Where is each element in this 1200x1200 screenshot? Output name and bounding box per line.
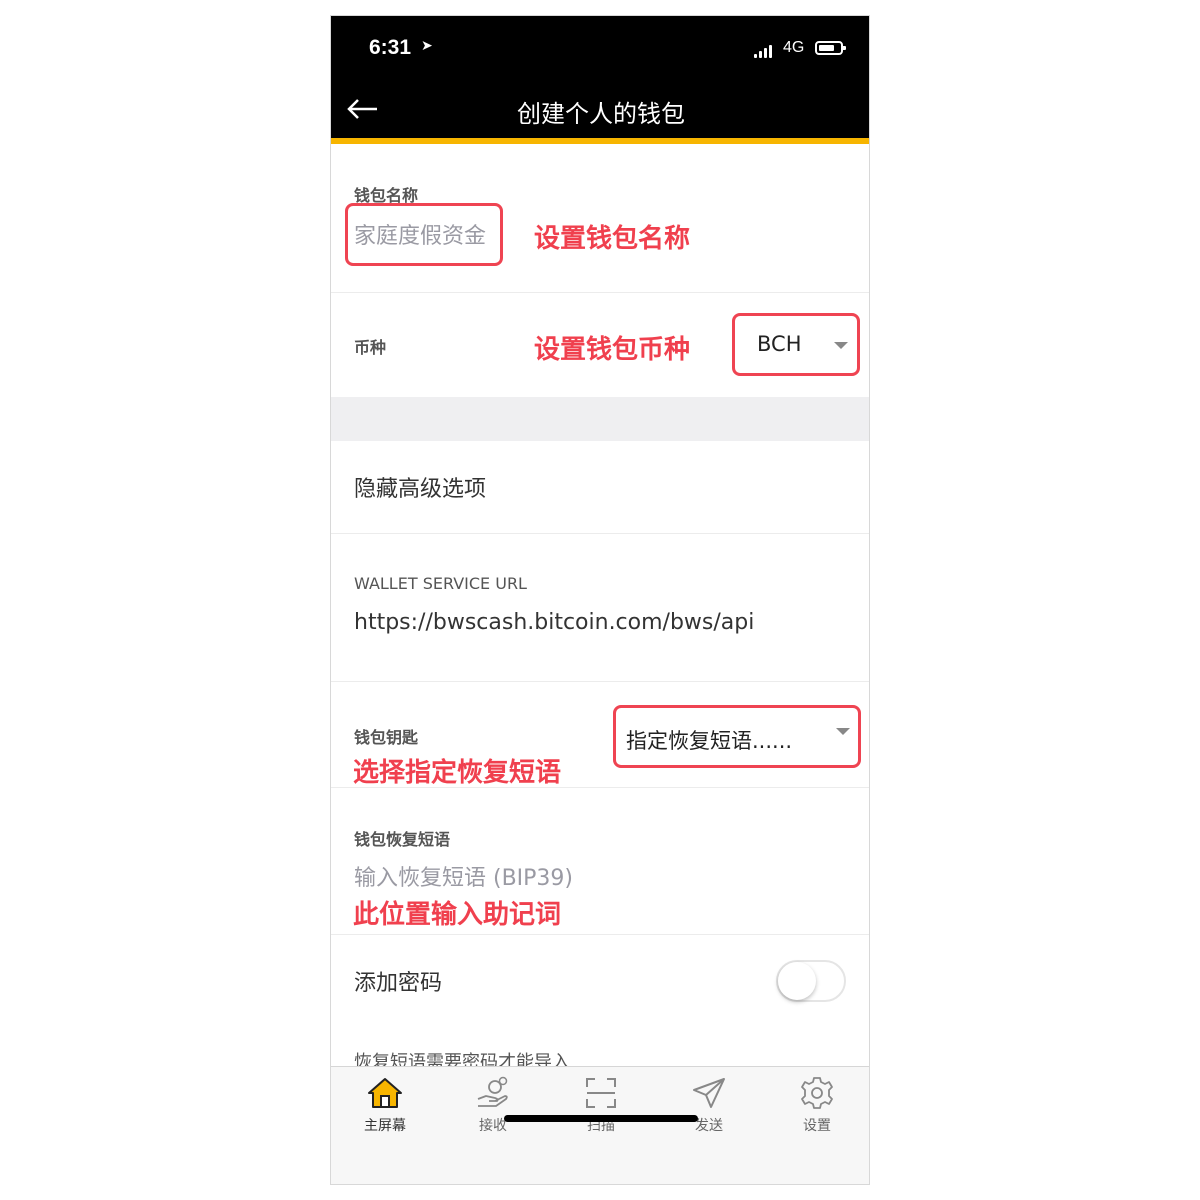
wallet-key-annotation: 选择指定恢复短语 xyxy=(353,758,562,788)
phone-screen: 6:31 ➤ 4G 创建个人的钱包 钱包名称 家庭度假资金 设置钱包名称 币种 xyxy=(330,15,870,1185)
recovery-phrase-input[interactable]: 输入恢复短语 (BIP39) xyxy=(354,860,573,892)
add-password-label: 添加密码 xyxy=(354,971,443,996)
receive-icon xyxy=(477,1076,508,1107)
recovery-phrase-annotation: 此位置输入助记词 xyxy=(353,900,562,930)
password-note: 恢复短语需要密码才能导入 xyxy=(354,1052,570,1066)
page-title: 创建个人的钱包 xyxy=(517,100,685,128)
section-divider xyxy=(331,397,869,441)
nav-bar: 创建个人的钱包 xyxy=(331,80,869,144)
chevron-down-icon xyxy=(834,342,848,349)
tab-settings[interactable]: 设置 xyxy=(763,1075,869,1145)
coin-annotation: 设置钱包币种 xyxy=(534,335,691,365)
recovery-phrase-label: 钱包恢复短语 xyxy=(354,830,451,849)
home-indicator xyxy=(504,1115,698,1122)
advanced-options-label: 隐藏高级选项 xyxy=(354,477,487,502)
home-icon xyxy=(368,1078,402,1108)
battery-icon xyxy=(815,41,846,55)
coin-selected-value: BCH xyxy=(757,332,802,356)
wallet-name-section: 钱包名称 家庭度假资金 设置钱包名称 xyxy=(331,144,869,293)
coin-label: 币种 xyxy=(354,338,387,357)
wallet-key-selected-value: 指定恢复短语...... xyxy=(626,729,793,753)
tab-receive[interactable]: 接收 xyxy=(439,1075,547,1145)
add-password-toggle[interactable] xyxy=(776,960,846,1002)
recovery-phrase-section: 钱包恢复短语 输入恢复短语 (BIP39) 此位置输入助记词 xyxy=(331,788,869,935)
toggle-knob xyxy=(778,962,816,1000)
wallet-name-highlight xyxy=(345,203,503,266)
scan-icon xyxy=(586,1078,616,1108)
wallet-name-annotation: 设置钱包名称 xyxy=(534,224,691,254)
tab-scan[interactable]: 扫描 xyxy=(547,1075,655,1145)
service-url-section: WALLET SERVICE URL https://bwscash.bitco… xyxy=(331,534,869,682)
wallet-key-label: 钱包钥匙 xyxy=(354,728,419,747)
gear-icon xyxy=(801,1077,833,1109)
status-bar: 6:31 ➤ 4G xyxy=(331,16,869,80)
chevron-down-icon xyxy=(836,728,850,735)
send-icon xyxy=(693,1078,725,1108)
tab-send[interactable]: 发送 xyxy=(655,1075,763,1145)
password-section: 添加密码 恢复短语需要密码才能导入 xyxy=(331,935,869,1066)
service-url-input[interactable]: https://bwscash.bitcoin.com/bws/api xyxy=(354,610,754,635)
tab-home-label: 主屏幕 xyxy=(364,1118,406,1134)
tab-bar: 主屏幕 接收 扫描 发送 设置 xyxy=(331,1066,869,1184)
tab-home[interactable]: 主屏幕 xyxy=(331,1075,439,1145)
coin-select[interactable]: BCH xyxy=(732,313,860,376)
network-type: 4G xyxy=(783,39,805,56)
tab-settings-label: 设置 xyxy=(803,1118,831,1134)
wallet-key-select[interactable]: 指定恢复短语...... xyxy=(613,705,861,768)
status-time: 6:31 xyxy=(369,36,412,59)
coin-section: 币种 设置钱包币种 BCH xyxy=(331,293,869,397)
location-arrow-icon: ➤ xyxy=(421,38,433,54)
wallet-key-section: 钱包钥匙 选择指定恢复短语 指定恢复短语...... xyxy=(331,682,869,788)
signal-icon xyxy=(754,44,776,58)
service-url-label: WALLET SERVICE URL xyxy=(354,574,527,593)
advanced-toggle-row[interactable]: 隐藏高级选项 xyxy=(331,441,869,534)
